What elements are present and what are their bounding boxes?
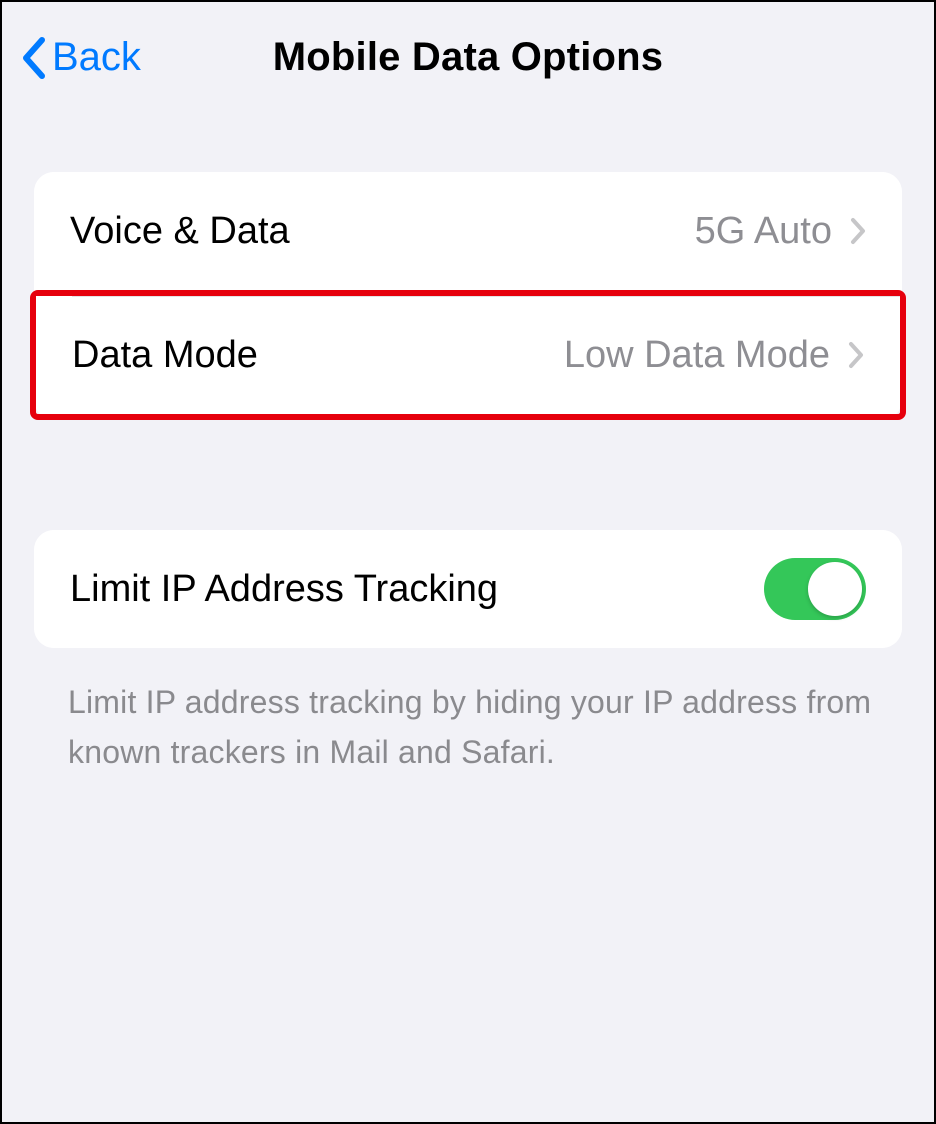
- navbar: Back Mobile Data Options: [2, 2, 934, 112]
- data-mode-label: Data Mode: [72, 334, 564, 377]
- limit-ip-tracking-row[interactable]: Limit IP Address Tracking: [34, 530, 902, 648]
- data-mode-value: Low Data Mode: [564, 334, 830, 377]
- chevron-left-icon: [20, 36, 46, 80]
- data-mode-highlight: Data Mode Low Data Mode: [30, 290, 906, 420]
- back-label: Back: [52, 35, 141, 80]
- page-title: Mobile Data Options: [273, 35, 663, 80]
- chevron-right-icon: [850, 217, 866, 245]
- limit-ip-tracking-toggle[interactable]: [764, 558, 866, 620]
- settings-group-2: Limit IP Address Tracking: [34, 530, 902, 648]
- chevron-right-icon: [848, 341, 864, 369]
- back-button[interactable]: Back: [20, 35, 141, 80]
- voice-and-data-row[interactable]: Voice & Data 5G Auto: [34, 172, 902, 290]
- limit-ip-tracking-footer: Limit IP address tracking by hiding your…: [68, 678, 874, 777]
- voice-and-data-value: 5G Auto: [695, 210, 832, 253]
- voice-and-data-label: Voice & Data: [70, 210, 695, 253]
- toggle-knob: [808, 562, 862, 616]
- limit-ip-tracking-label: Limit IP Address Tracking: [70, 568, 764, 611]
- settings-group-1: Voice & Data 5G Auto Data Mode Low Data …: [34, 172, 902, 420]
- data-mode-row[interactable]: Data Mode Low Data Mode: [36, 296, 900, 414]
